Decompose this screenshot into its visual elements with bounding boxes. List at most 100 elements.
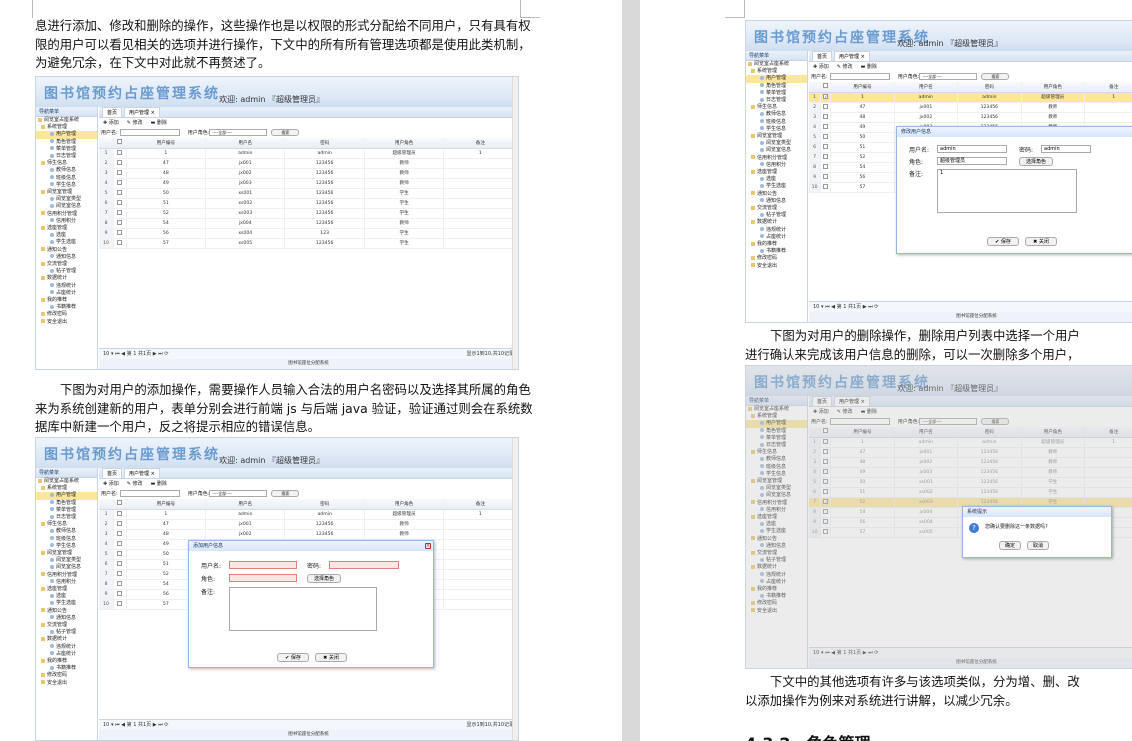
username-filter-input[interactable] — [829, 73, 890, 80]
row-checkbox-cell[interactable] — [113, 559, 127, 570]
row-checkbox-cell[interactable] — [820, 102, 832, 113]
next-page-icon[interactable]: ▶ ⏭ ⟳ — [861, 304, 879, 310]
first-page-icon[interactable]: ⏮ ◀ — [115, 722, 127, 728]
nav-tree-item[interactable]: 角色管理 — [746, 83, 807, 90]
save-button[interactable]: ✔ 保存 — [277, 653, 309, 662]
nav-tree-item[interactable]: 阅览室信息 — [36, 203, 97, 210]
row-checkbox-cell[interactable] — [113, 178, 127, 189]
nav-tree-item[interactable]: 违规统计 — [746, 227, 807, 234]
role-filter-select[interactable]: ----全部---- — [209, 490, 268, 497]
nav-tree-item[interactable]: 阅览室信息 — [746, 147, 807, 154]
role-field[interactable] — [229, 574, 297, 582]
table-row[interactable]: 9 56xs004123学生 — [99, 228, 518, 239]
checkbox[interactable] — [117, 590, 123, 596]
confirm-cancel-button[interactable]: 取消 — [1027, 541, 1049, 550]
table-row[interactable]: 7 52xs003123456学生 — [99, 208, 518, 219]
username-field[interactable] — [229, 561, 297, 569]
table-row[interactable]: 2 47 jx001 123456 教师 — [809, 102, 1132, 113]
edit-button[interactable]: ✎ 修改 — [127, 481, 143, 487]
checkbox[interactable] — [117, 169, 123, 175]
nav-tree-item[interactable]: 菜单管理 — [36, 507, 97, 514]
nav-tree-item[interactable]: 修改密码 — [746, 255, 807, 262]
nav-tree-item[interactable]: 通知公告 — [36, 608, 97, 615]
nav-tree-item[interactable]: 菜单管理 — [36, 146, 97, 153]
row-checkbox-cell[interactable] — [113, 188, 127, 199]
close-icon[interactable]: × — [425, 543, 431, 549]
checkbox[interactable] — [117, 159, 123, 165]
table-row[interactable]: 2 47 jx001 123456 教师 — [99, 519, 518, 530]
checkbox[interactable] — [823, 83, 829, 89]
nav-tree-item[interactable]: 用户管理 — [746, 75, 807, 83]
nav-tree-item[interactable]: 教师信息 — [36, 167, 97, 174]
nav-tree-item[interactable]: 占座统计 — [36, 651, 97, 658]
nav-tree-item[interactable]: 信用积分 — [746, 162, 807, 169]
row-checkbox-cell[interactable] — [113, 539, 127, 550]
tab-user-management[interactable]: 用户管理 × — [834, 51, 870, 61]
row-checkbox-cell[interactable] — [820, 172, 832, 183]
checkbox[interactable] — [117, 149, 123, 155]
row-checkbox-cell[interactable] — [820, 112, 832, 123]
nav-tree-item[interactable]: 通知公告 — [36, 247, 97, 254]
first-page-icon[interactable]: ⏮ ◀ — [825, 304, 837, 310]
row-checkbox-cell[interactable] — [113, 198, 127, 209]
username-field[interactable]: admin — [937, 145, 1007, 153]
nav-tree-item[interactable]: 通知公告 — [746, 191, 807, 198]
role-filter-select[interactable]: ----全部---- — [919, 73, 978, 80]
row-checkbox-cell[interactable]: ✓ — [820, 92, 832, 103]
table-row[interactable]: 1 1 admin admin 超级管理员 1 — [99, 509, 518, 520]
nav-tree-item[interactable]: 用户管理 — [36, 492, 97, 500]
nav-tree-item[interactable]: 数据统计 — [746, 219, 807, 226]
nav-tree-item[interactable]: 修改密码 — [36, 311, 97, 318]
checkbox[interactable] — [117, 500, 123, 506]
username-filter-input[interactable] — [119, 129, 180, 136]
checkbox[interactable] — [823, 123, 829, 129]
checkbox[interactable] — [823, 113, 829, 119]
checkbox[interactable] — [823, 173, 829, 179]
tab-home[interactable]: 首页 — [812, 51, 833, 61]
nav-tree-item[interactable]: 数据统计 — [36, 275, 97, 282]
checkbox[interactable] — [117, 530, 123, 536]
page-size-select[interactable]: 10 ▾ — [103, 351, 115, 357]
checkbox[interactable] — [117, 520, 123, 526]
row-checkbox-cell[interactable] — [820, 182, 832, 193]
nav-tree-item[interactable]: 学生选座 — [746, 183, 807, 190]
checkbox[interactable] — [117, 239, 123, 245]
nav-tree-item[interactable]: 学生选座 — [36, 239, 97, 246]
delete-button[interactable]: ▬ 删除 — [861, 64, 877, 70]
nav-tree-item[interactable]: 选座管理 — [746, 169, 807, 176]
select-role-button[interactable]: 选择角色 — [1019, 157, 1053, 166]
table-row[interactable]: 3 48 jx002 123456 教师 — [99, 168, 518, 179]
role-field[interactable]: 超级管理员 — [937, 157, 1007, 165]
nav-tree-item[interactable]: 违规统计 — [36, 644, 97, 651]
row-checkbox-cell[interactable] — [113, 168, 127, 179]
next-page-icon[interactable]: ▶ ⏭ ⟳ — [151, 351, 169, 357]
row-checkbox-cell[interactable] — [820, 122, 832, 133]
row-checkbox-cell[interactable] — [113, 529, 127, 540]
nav-tree-item[interactable]: 安全退出 — [746, 263, 807, 270]
checkbox[interactable] — [823, 143, 829, 149]
table-row[interactable]: 5 50xs001123456学生 — [99, 188, 518, 199]
add-button[interactable]: ✚ 添加 — [103, 120, 119, 126]
delete-button[interactable]: ▬ 删除 — [151, 120, 167, 126]
page-size-select[interactable]: 10 ▾ — [813, 304, 825, 310]
first-page-icon[interactable]: ⏮ ◀ — [115, 351, 127, 357]
checkbox[interactable] — [117, 600, 123, 606]
nav-tree-item[interactable]: 通知信息 — [36, 615, 97, 622]
tab-user-management[interactable]: 用户管理 × — [124, 107, 160, 117]
search-button[interactable]: 搜索 — [271, 129, 300, 136]
nav-tree-item[interactable]: 修改密码 — [36, 672, 97, 679]
nav-tree-item[interactable]: 通知信息 — [36, 254, 97, 261]
nav-tree-item[interactable]: 数据统计 — [36, 636, 97, 643]
nav-tree-item[interactable]: 违规统计 — [36, 283, 97, 290]
edit-button[interactable]: ✎ 修改 — [127, 120, 143, 126]
nav-tree-item[interactable]: 安全退出 — [36, 680, 97, 687]
remark-textarea[interactable]: 1 — [937, 169, 1077, 213]
nav-tree-item[interactable]: 菜单管理 — [746, 90, 807, 97]
nav-tree-item[interactable]: 教师信息 — [746, 111, 807, 118]
nav-tree-item[interactable]: 信用积分管理 — [36, 572, 97, 579]
edit-button[interactable]: ✎ 修改 — [837, 64, 853, 70]
row-checkbox-cell[interactable] — [113, 569, 127, 580]
confirm-ok-button[interactable]: 确定 — [999, 541, 1021, 550]
table-row[interactable]: 6 51xs002123456学生 — [99, 198, 518, 209]
delete-button[interactable]: ▬ 删除 — [151, 481, 167, 487]
